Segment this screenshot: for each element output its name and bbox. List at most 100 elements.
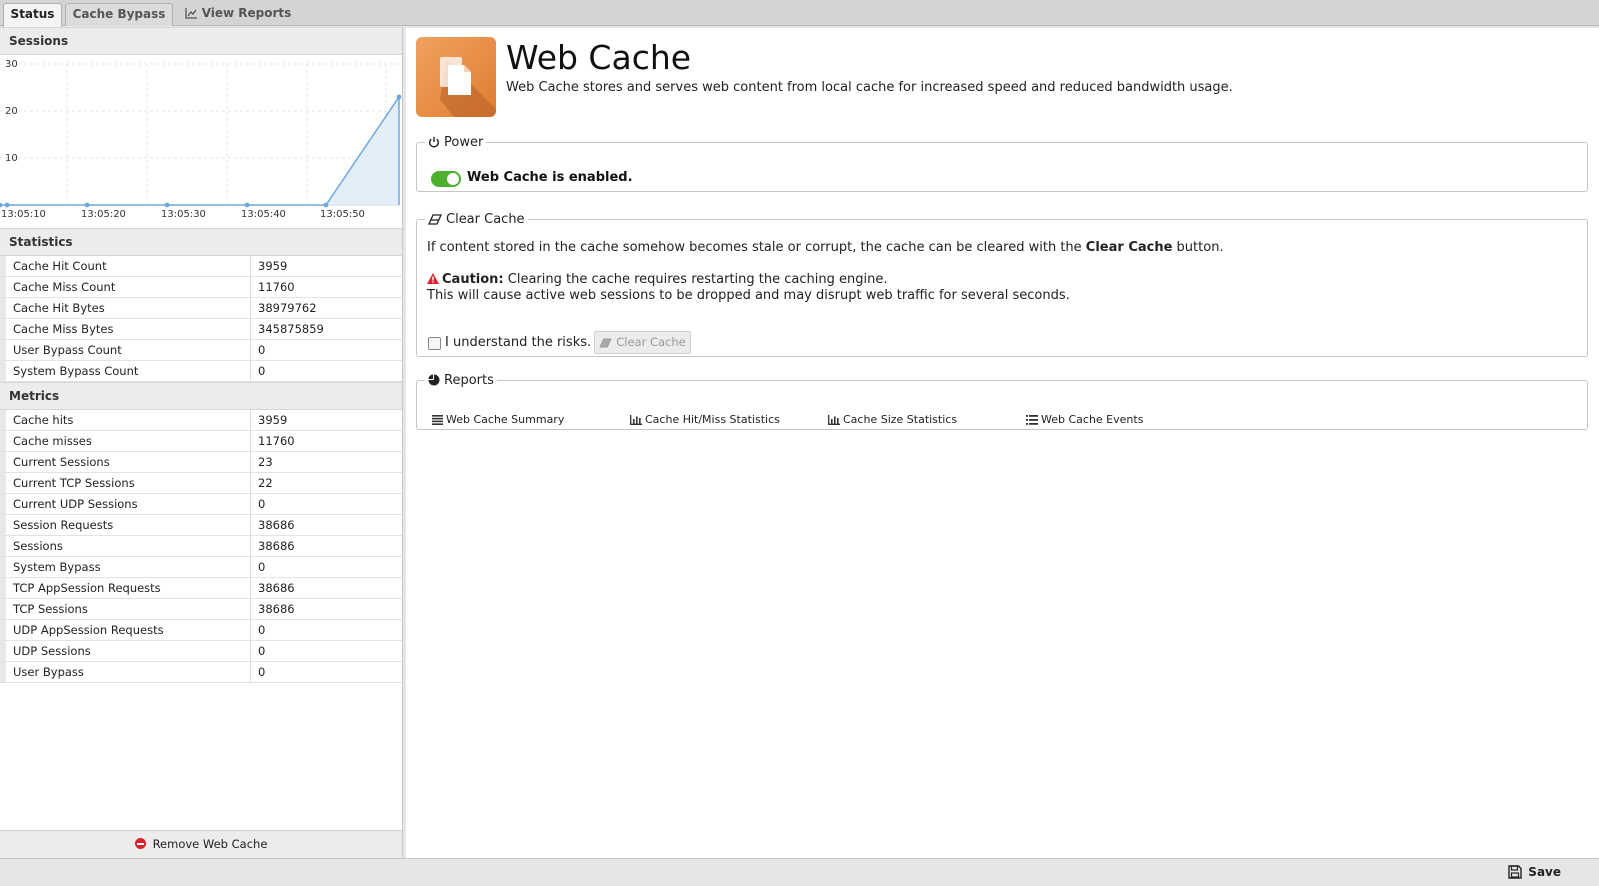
chart-point — [164, 202, 170, 208]
metric-value: 0 — [258, 623, 266, 637]
power-legend-label: Power — [444, 135, 484, 150]
table-row[interactable]: User Bypass 0 — [0, 662, 402, 683]
tab-cache-bypass-label: Cache Bypass — [72, 7, 166, 21]
tab-cache-bypass[interactable]: Cache Bypass — [65, 3, 173, 26]
clear-cache-info: If content stored in the cache somehow b… — [427, 240, 1224, 255]
clear-cache-legend: Clear Cache — [425, 212, 528, 227]
clear-cache-fieldset: Clear Cache If content stored in the cac… — [416, 212, 1588, 357]
table-row[interactable]: UDP AppSession Requests 0 — [0, 620, 402, 641]
metric-label: Sessions — [0, 536, 251, 556]
table-row[interactable]: System Bypass Count 0 — [0, 361, 402, 382]
power-toggle[interactable] — [431, 171, 461, 187]
report-link-label: Cache Size Statistics — [843, 413, 958, 426]
table-row[interactable]: Current Sessions 23 — [0, 452, 402, 473]
metric-label: Cache misses — [0, 431, 251, 451]
caution-detail: This will cause active web sessions to b… — [427, 288, 1070, 303]
table-row[interactable]: Current TCP Sessions 22 — [0, 473, 402, 494]
left-panel: Sessions 10 20 30 13:05:10 13:05:20 13:05:30 1… — [0, 27, 403, 858]
page-title: Web Cache — [506, 38, 692, 77]
save-label: Save — [1528, 865, 1561, 879]
table-row[interactable]: User Bypass Count 0 — [0, 340, 402, 361]
understand-risks-label[interactable]: I understand the risks. — [445, 335, 591, 350]
reports-legend-label: Reports — [444, 373, 494, 388]
power-icon — [429, 136, 439, 148]
remove-web-cache-label: Remove Web Cache — [152, 837, 268, 851]
table-row[interactable]: Current UDP Sessions 0 — [0, 494, 402, 515]
chart-point — [244, 202, 250, 208]
chart-y-tick-label: 30 — [5, 59, 18, 70]
tab-view-reports-label: View Reports — [201, 6, 292, 20]
caution-text: Clearing the cache requires restarting t… — [503, 272, 888, 287]
metric-value: 0 — [258, 560, 266, 574]
metric-value: 38686 — [258, 581, 295, 595]
metric-label: Cache hits — [0, 410, 251, 430]
table-row[interactable]: Cache Miss Count 11760 — [0, 277, 402, 298]
table-row[interactable]: UDP Sessions 0 — [0, 641, 402, 662]
chart-point — [84, 202, 90, 208]
chart-x-tick-label: 13:05:10 — [1, 209, 46, 220]
save-button[interactable]: Save — [1508, 864, 1561, 881]
pie-chart-icon — [428, 374, 440, 386]
bottom-toolbar: Save — [0, 858, 1599, 886]
chart-point — [323, 202, 329, 208]
table-row[interactable]: Session Requests 38686 — [0, 515, 402, 536]
table-row[interactable]: Cache misses 11760 — [0, 431, 402, 452]
clear-cache-info-pre: If content stored in the cache somehow b… — [427, 240, 1086, 255]
main-panel: Web Cache Web Cache stores and serves we… — [406, 28, 1599, 858]
chart-y-tick-label: 20 — [5, 106, 18, 117]
sessions-chart: 10 20 30 13:05:10 13:05:20 13:05:30 13:05:40 13… — [0, 55, 402, 228]
report-link-web-cache-events[interactable]: Web Cache Events — [1026, 413, 1143, 426]
metric-value: 22 — [258, 476, 273, 490]
sessions-chart-svg: 10 20 30 13:05:10 13:05:20 13:05:30 13:05:40 13… — [0, 59, 402, 220]
chart-y-tick-label: 10 — [5, 153, 18, 164]
table-row[interactable]: System Bypass 0 — [0, 557, 402, 578]
web-cache-app-icon — [416, 37, 496, 117]
understand-risks-checkbox[interactable] — [428, 337, 441, 350]
metric-value: 38686 — [258, 602, 295, 616]
statistics-header: Statistics — [0, 228, 402, 256]
clear-cache-info-bold: Clear Cache — [1085, 240, 1173, 255]
report-link-label: Web Cache Summary — [446, 413, 565, 426]
metric-value: 0 — [258, 497, 266, 511]
caution-label: Caution: — [442, 272, 504, 287]
stat-label: System Bypass Count — [0, 361, 251, 381]
chart-x-tick-label: 13:05:30 — [161, 209, 206, 220]
chart-x-tick-label: 13:05:40 — [241, 209, 286, 220]
sessions-header: Sessions — [0, 27, 402, 55]
remove-circle-icon — [134, 838, 146, 849]
bar-chart-icon — [630, 415, 642, 425]
remove-web-cache-button[interactable]: Remove Web Cache — [0, 830, 402, 858]
table-row[interactable]: Cache Miss Bytes 345875859 — [0, 319, 402, 340]
metric-value: 0 — [258, 644, 266, 658]
table-row[interactable]: Cache Hit Bytes 38979762 — [0, 298, 402, 319]
list-bullets-icon — [1026, 415, 1038, 425]
eraser-icon — [599, 338, 612, 348]
metric-label: Current Sessions — [0, 452, 251, 472]
clear-cache-legend-label: Clear Cache — [446, 212, 525, 227]
tab-bar: Status Cache Bypass View Reports — [0, 0, 1599, 27]
table-row[interactable]: Sessions 38686 — [0, 536, 402, 557]
table-row[interactable]: TCP AppSession Requests 38686 — [0, 578, 402, 599]
tab-view-reports[interactable]: View Reports — [183, 3, 293, 26]
warning-icon — [427, 273, 439, 284]
metric-label: Session Requests — [0, 515, 251, 535]
tab-status[interactable]: Status — [3, 3, 62, 27]
report-link-web-cache-summary[interactable]: Web Cache Summary — [432, 413, 564, 426]
power-status-text: Web Cache is enabled. — [467, 170, 633, 185]
metric-label: UDP AppSession Requests — [0, 620, 251, 640]
table-row[interactable]: TCP Sessions 38686 — [0, 599, 402, 620]
chart-area — [0, 96, 399, 205]
report-link-cache-size[interactable]: Cache Size Statistics — [828, 413, 957, 426]
clear-cache-button[interactable]: Clear Cache — [594, 331, 691, 354]
report-link-cache-hit-miss[interactable]: Cache Hit/Miss Statistics — [630, 413, 780, 426]
table-row[interactable]: Cache hits 3959 — [0, 410, 402, 431]
tab-status-label: Status — [10, 7, 55, 21]
clear-cache-button-label: Clear Cache — [616, 335, 686, 349]
list-icon — [432, 415, 443, 425]
stat-label: Cache Hit Count — [0, 256, 251, 276]
table-row[interactable]: Cache Hit Count 3959 — [0, 256, 402, 277]
stat-value: 345875859 — [258, 322, 324, 336]
metric-label: User Bypass — [0, 662, 251, 682]
stat-value: 11760 — [258, 280, 295, 294]
metrics-grid: Cache hits 3959 Cache misses 11760 Current… — [0, 410, 402, 683]
